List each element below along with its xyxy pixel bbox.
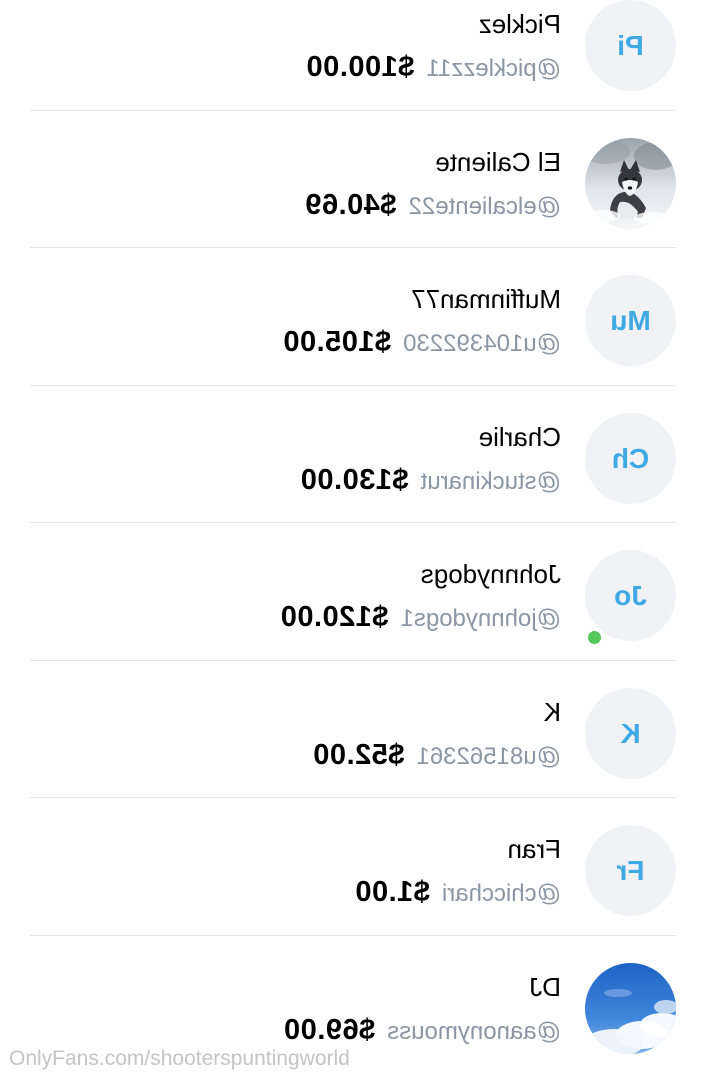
subscriber-handle[interactable]: @chicchari [442, 880, 561, 907]
subscriber-meta: @u104392230 $105.00 [283, 326, 561, 359]
subscriber-row[interactable]: El Caliente @elcaliente22 $40.69 [0, 111, 706, 248]
avatar-initials: Pi [617, 30, 644, 61]
subscriber-amount: $105.00 [282, 326, 392, 358]
subscriber-handle[interactable]: @johnnydogs1 [401, 605, 561, 632]
avatar[interactable] [585, 962, 676, 1054]
subscriber-handle[interactable]: @aanonymouss [387, 1018, 561, 1045]
husky-photo-icon [585, 137, 676, 229]
subscriber-row[interactable]: Fr Fran @chicchari $1.00 [0, 798, 706, 936]
subscriber-amount: $52.00 [312, 738, 405, 771]
subscriber-name[interactable]: Fran [508, 834, 561, 865]
avatar-initials: Mu [610, 305, 651, 336]
subscriber-meta: @aanonymouss $69.00 [284, 1014, 562, 1047]
subscriber-amount: $1.00 [354, 876, 430, 908]
subscriber-amount: $69.00 [283, 1013, 376, 1046]
subscriber-handle[interactable]: @picklezz11 [426, 55, 561, 82]
subscriber-amount: $40.69 [304, 188, 397, 221]
subscriber-meta: @u81562361 $52.00 [313, 739, 561, 772]
subscriber-name[interactable]: Johnnydogs [421, 559, 561, 590]
subscriber-meta: @picklezz11 $100.00 [306, 51, 561, 84]
avatar-initials: Fr [616, 855, 645, 886]
watermark: OnlyFans.com/shooterspuntingworld [9, 1047, 350, 1070]
online-status-icon [586, 629, 603, 646]
avatar-initials: Jo [614, 580, 647, 611]
subscriber-name[interactable]: DJ [529, 972, 561, 1003]
subscriber-handle[interactable]: @u81562361 [417, 743, 562, 770]
subscriber-name[interactable]: El Caliente [435, 147, 561, 178]
avatar[interactable]: Pi [585, 0, 676, 91]
avatar[interactable]: Ch [585, 412, 676, 504]
subscriber-meta: @chicchari $1.00 [355, 876, 561, 909]
avatar-initials: Ch [611, 442, 650, 474]
avatar-initials: K [620, 717, 641, 749]
subscriber-row[interactable]: K K @u81562361 $52.00 [0, 661, 706, 798]
subscriber-meta: @johnnydogs1 $120.00 [280, 601, 561, 634]
subscriber-handle[interactable]: @elcaliente22 [409, 193, 561, 220]
mirrored-screen: Pi Picklez @picklezz11 $100.00 El Calient… [0, 0, 706, 1080]
avatar[interactable]: K [585, 687, 676, 779]
subscriber-meta: @elcaliente22 $40.69 [305, 189, 561, 222]
subscriber-handle[interactable]: @stuckinarut [421, 468, 561, 495]
subscriber-name[interactable]: Charlie [479, 422, 561, 453]
subscriber-row[interactable]: Ch Charlie @stuckinarut $130.00 [0, 386, 706, 523]
sky-photo-icon [585, 962, 676, 1054]
subscriber-name[interactable]: Muffinman77 [411, 284, 561, 315]
avatar[interactable]: Jo [585, 550, 676, 641]
subscriber-amount: $100.00 [306, 51, 415, 83]
subscriber-list: Pi Picklez @picklezz11 $100.00 El Calient… [0, 0, 706, 1073]
subscriber-row[interactable]: Mu Muffinman77 @u104392230 $105.00 [0, 248, 706, 386]
subscriber-amount: $130.00 [300, 463, 409, 496]
avatar[interactable] [585, 137, 676, 229]
subscriber-meta: @stuckinarut $130.00 [300, 464, 561, 497]
subscriber-handle[interactable]: @u104392230 [403, 330, 561, 357]
subscriber-name[interactable]: K [544, 697, 561, 728]
avatar[interactable]: Mu [585, 275, 676, 366]
subscriber-name[interactable]: Picklez [479, 9, 561, 40]
subscriber-row[interactable]: Jo Johnnydogs @johnnydogs1 $120.00 [0, 523, 706, 661]
subscriber-row[interactable]: Pi Picklez @picklezz11 $100.00 [0, 0, 706, 111]
subscriber-amount: $120.00 [280, 601, 389, 633]
avatar[interactable]: Fr [585, 825, 676, 916]
